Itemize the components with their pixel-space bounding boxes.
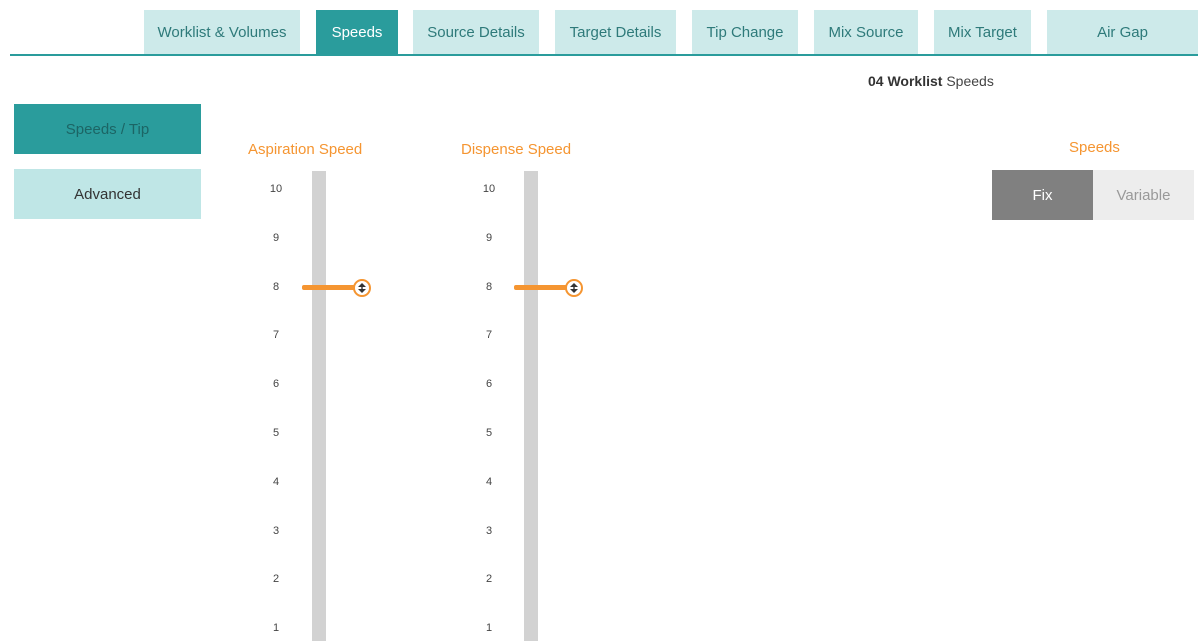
dispense-tick-label: 7 [485,329,493,342]
aspiration-tick-label: 9 [272,231,280,244]
tab-mix-source[interactable]: Mix Source [814,10,918,54]
dispense-slider-track[interactable] [524,171,538,641]
dispense-tick-label: 1 [485,622,493,635]
dispense-slider-handle[interactable] [565,278,583,297]
aspiration-tick-label: 8 [272,280,280,293]
page-title: 04 Worklist Speeds [868,73,994,89]
dispense-tick-label: 8 [485,280,493,293]
tab-worklist-volumes[interactable]: Worklist & Volumes [144,10,300,54]
tab-mix-target[interactable]: Mix Target [934,10,1031,54]
aspiration-slider-level [302,285,356,291]
aspiration-tick-label: 7 [272,329,280,342]
tab-bar: Worklist & Volumes Speeds Source Details… [0,0,1198,56]
dispense-slider-level [514,285,568,291]
page-title-number: 04 [868,73,884,89]
aspiration-slider-handle[interactable] [353,278,371,297]
dispense-tick-label: 3 [485,524,493,537]
up-down-arrows-icon [570,282,578,293]
fix-button[interactable]: Fix [992,170,1093,220]
dispense-tick-label: 5 [485,427,493,439]
tab-bar-underline [10,54,1198,56]
tab-target-details[interactable]: Target Details [555,10,676,54]
aspiration-speed-title: Aspiration Speed [248,141,363,158]
up-down-arrows-icon [358,282,366,293]
dispense-tick-label: 2 [485,573,493,586]
sidebar-item-speeds-tip[interactable]: Speeds / Tip [14,104,201,154]
dispense-tick-label: 9 [485,231,493,244]
tab-air-gap[interactable]: Air Gap [1047,10,1198,54]
tab-speeds[interactable]: Speeds [316,10,398,54]
aspiration-tick-label: 1 [272,622,280,635]
aspiration-tick-label: 10 [269,183,283,195]
dispense-speed-title: Dispense Speed [461,141,572,158]
tab-tip-change[interactable]: Tip Change [692,10,798,54]
aspiration-tick-label: 4 [272,475,280,488]
page-title-rest: Speeds [946,73,994,89]
dispense-tick-label: 6 [485,378,493,391]
aspiration-slider-track[interactable] [312,171,326,641]
sidebar-item-advanced[interactable]: Advanced [14,169,201,219]
dispense-tick-label: 10 [482,183,496,195]
dispense-tick-label: 4 [485,475,493,488]
aspiration-tick-label: 3 [272,524,280,537]
speeds-mode-label: Speeds [1069,139,1120,156]
page-title-bold: Worklist [887,73,943,89]
aspiration-tick-label: 2 [272,573,280,586]
aspiration-tick-label: 5 [272,427,280,439]
aspiration-tick-label: 6 [272,378,280,391]
tab-source-details[interactable]: Source Details [413,10,539,54]
variable-button[interactable]: Variable [1093,170,1194,220]
